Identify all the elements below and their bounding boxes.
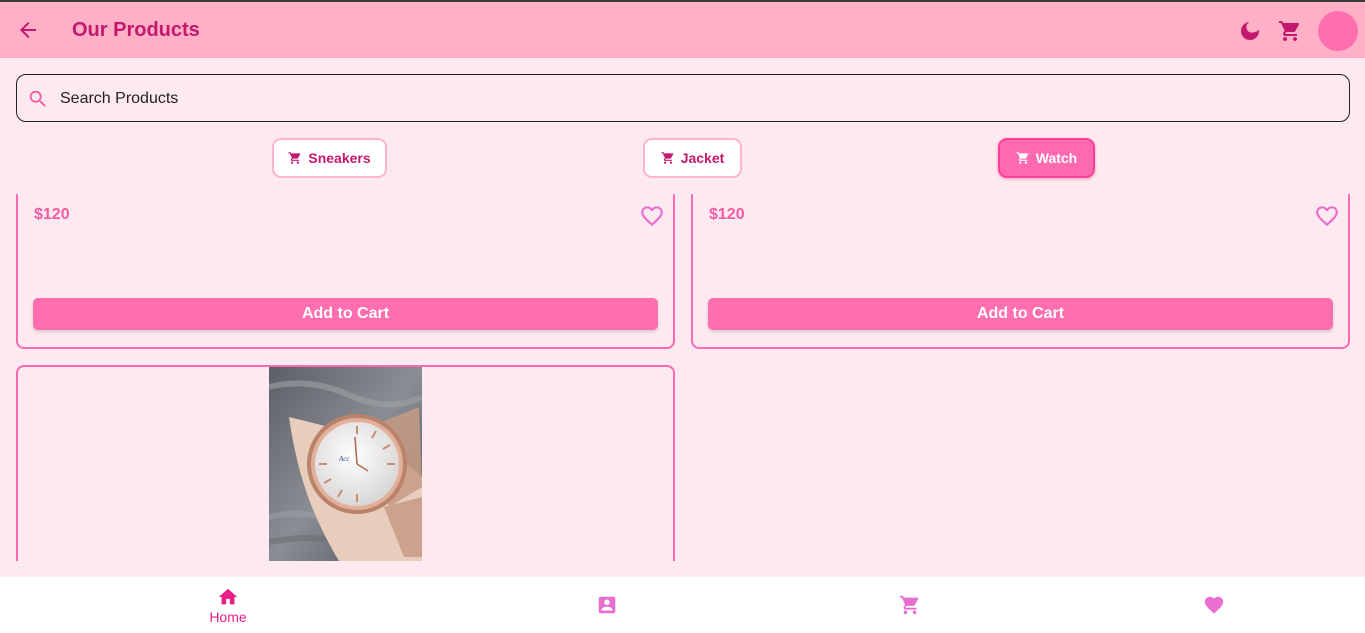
nav-contact[interactable] [567, 577, 647, 633]
cart-icon [899, 595, 919, 615]
search-input[interactable] [60, 87, 1330, 111]
search-icon [27, 88, 49, 110]
cart-icon[interactable] [1278, 19, 1302, 43]
back-arrow-icon[interactable] [16, 18, 40, 42]
heart-outline-icon[interactable] [639, 203, 665, 229]
search-bar [16, 74, 1350, 122]
product-card: $120 Add to Cart [691, 194, 1350, 349]
nav-home[interactable]: Home [188, 577, 268, 633]
add-to-cart-button[interactable]: Add to Cart [33, 298, 658, 330]
category-chip-jacket[interactable]: Jacket [643, 138, 742, 178]
top-app-bar: Our Products [0, 0, 1365, 58]
heart-outline-icon[interactable] [1314, 203, 1340, 229]
svg-text:Acc: Acc [338, 455, 350, 463]
wristwatch-photo: Acc [268, 367, 424, 561]
cart-icon [1016, 152, 1029, 164]
chip-label: Sneakers [308, 150, 371, 166]
cart-icon [288, 152, 301, 164]
chip-label: Jacket [680, 150, 725, 166]
nav-favorites[interactable] [1174, 577, 1254, 633]
moon-icon[interactable] [1238, 19, 1262, 43]
category-chip-sneakers[interactable]: Sneakers [272, 138, 387, 178]
bottom-navigation: Home [0, 577, 1365, 633]
nav-home-label: Home [209, 608, 247, 625]
category-chip-watch[interactable]: Watch [998, 138, 1095, 178]
add-to-cart-button[interactable]: Add to Cart [708, 298, 1333, 330]
home-icon [218, 588, 238, 604]
cart-icon [661, 152, 673, 164]
page-title: Our Products [72, 19, 200, 41]
product-price: $120 [709, 206, 745, 223]
heart-icon [1204, 596, 1224, 614]
product-card: Acc [16, 365, 675, 561]
product-price: $120 [34, 206, 70, 223]
avatar[interactable] [1318, 11, 1358, 51]
contact-icon [598, 596, 616, 614]
product-card: $120 Add to Cart [16, 194, 675, 349]
nav-cart[interactable] [870, 577, 950, 633]
chip-label: Watch [1035, 150, 1078, 166]
